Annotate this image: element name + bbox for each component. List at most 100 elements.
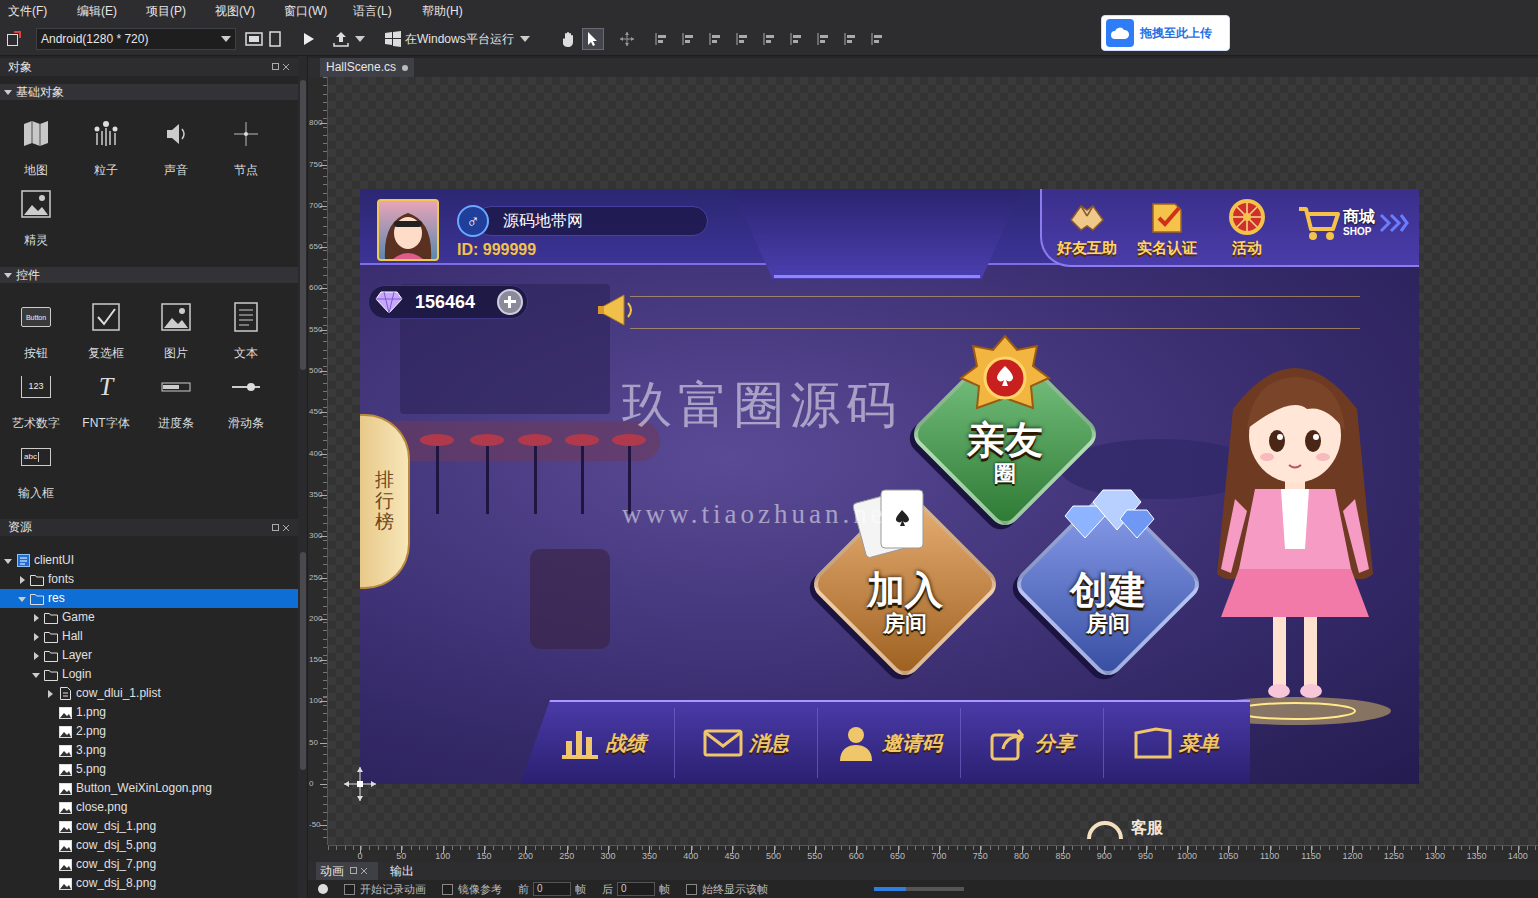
object-item[interactable]: 节点 (211, 118, 281, 188)
tree-item[interactable]: Login (0, 665, 298, 684)
object-item[interactable]: TFNT字体 (71, 371, 141, 441)
section-header[interactable]: 基础对象 (0, 84, 298, 100)
run-target[interactable]: 在Windows平台运行 (405, 29, 514, 49)
tree-item[interactable]: cow_dlui_1.plist (0, 684, 298, 703)
object-item[interactable]: 123艺术数字 (1, 371, 71, 441)
zoom-slider[interactable] (874, 887, 964, 891)
align-icon[interactable] (843, 32, 857, 46)
tree-item[interactable]: fonts (0, 570, 298, 589)
checkbox-option[interactable]: 始终显示该帧 (686, 881, 768, 897)
object-item[interactable]: 粒子 (71, 118, 141, 188)
menu-item[interactable]: 语言(L) (353, 0, 422, 22)
bottom-menu-item[interactable]: 菜单 (1104, 708, 1247, 778)
pin-close-icon[interactable] (272, 63, 290, 71)
expand-arrow[interactable] (2, 551, 14, 570)
object-item[interactable]: 图片 (141, 301, 211, 371)
tree-item[interactable]: Game (0, 608, 298, 627)
pointer-tool[interactable] (582, 28, 604, 50)
landscape-icon[interactable] (245, 32, 263, 46)
anchor-icon[interactable] (342, 765, 378, 803)
app-icon[interactable] (6, 31, 22, 47)
tree-item[interactable]: close.png (0, 798, 298, 817)
service-button[interactable]: 客服 (1085, 817, 1163, 839)
resolution-dropdown[interactable]: Android(1280 * 720) (36, 28, 236, 50)
top-action[interactable]: 活动 (1207, 197, 1287, 257)
pin-close-icon[interactable] (350, 867, 368, 875)
frame-input[interactable]: 0 (617, 882, 655, 896)
caret-icon[interactable] (355, 36, 365, 42)
menu-item[interactable]: 文件(F) (8, 0, 77, 22)
rank-tab[interactable]: 排行榜 (360, 414, 410, 589)
hand-tool[interactable] (558, 28, 580, 50)
expand-arrow[interactable] (30, 627, 42, 646)
tree-item[interactable]: Hall (0, 627, 298, 646)
menu-item[interactable]: 窗口(W) (284, 0, 353, 22)
tree-item[interactable]: cow_dsj_8.png (0, 874, 298, 893)
scroll-thumb[interactable] (300, 80, 306, 370)
expand-arrow[interactable] (16, 589, 28, 608)
tree-item[interactable]: 5.png (0, 760, 298, 779)
object-item[interactable]: 复选框 (71, 301, 141, 371)
bottom-menu-item[interactable]: 邀请码 (818, 708, 961, 778)
object-item[interactable]: abc输入框 (1, 441, 71, 511)
align-icon[interactable] (708, 32, 722, 46)
expand-arrow[interactable] (44, 684, 56, 703)
tree-item[interactable]: cow_dsj_7.png (0, 855, 298, 874)
tree-item[interactable]: 3.png (0, 741, 298, 760)
expand-arrow[interactable] (30, 665, 42, 684)
checkbox[interactable] (442, 884, 453, 895)
frame-input[interactable]: 0 (533, 882, 571, 896)
expand-arrow[interactable] (4, 271, 12, 279)
tree-item[interactable]: cow_dsj_5.png (0, 836, 298, 855)
checkbox[interactable] (686, 884, 697, 895)
upload-badge[interactable]: 拖拽至此上传 (1101, 15, 1230, 51)
align-icon[interactable] (789, 32, 803, 46)
align-icon[interactable] (870, 32, 884, 46)
align-icon[interactable] (654, 32, 668, 46)
add-diamonds-button[interactable] (497, 289, 523, 315)
tree-item[interactable]: clientUI (0, 551, 298, 570)
play-icon[interactable] (303, 32, 315, 46)
bottom-menu-item[interactable]: 战绩 (532, 708, 675, 778)
announcement-icon[interactable] (598, 293, 638, 327)
menu-item[interactable]: 编辑(E) (77, 0, 146, 22)
publish-icon[interactable] (333, 31, 349, 47)
tree-item[interactable]: Button_WeiXinLogon.png (0, 779, 298, 798)
checkbox-option[interactable]: 开始记录动画 (344, 881, 426, 897)
top-action[interactable]: 实名认证 (1127, 197, 1207, 257)
object-item[interactable]: 滑动条 (211, 371, 281, 441)
menu-item[interactable]: 项目(P) (146, 0, 215, 22)
bottom-menu-item[interactable]: 分享 (961, 708, 1104, 778)
object-item[interactable]: 声音 (141, 118, 211, 188)
pin-close-icon[interactable] (272, 524, 290, 532)
tree-item[interactable]: 1.png (0, 703, 298, 722)
object-item[interactable]: 文本 (211, 301, 281, 371)
tree-item[interactable]: res (0, 589, 298, 608)
avatar[interactable] (377, 199, 439, 261)
panel-tab[interactable]: 输出 (386, 862, 424, 880)
checkbox[interactable] (344, 884, 355, 895)
scroll-thumb[interactable] (300, 552, 306, 770)
shop-button[interactable]: 商城SHOP (1297, 203, 1409, 243)
expand-arrow[interactable] (16, 570, 28, 589)
tree-item[interactable]: Layer (0, 646, 298, 665)
tree-item[interactable]: 2.png (0, 722, 298, 741)
menu-item[interactable]: 视图(V) (215, 0, 284, 22)
align-icon[interactable] (681, 32, 695, 46)
menu-item[interactable]: 帮助(H) (422, 0, 491, 22)
expand-arrow[interactable] (30, 608, 42, 627)
expand-arrow[interactable] (4, 88, 12, 96)
move-icon[interactable] (620, 32, 634, 46)
align-icon[interactable] (735, 32, 749, 46)
object-item[interactable]: 地图 (1, 118, 71, 188)
game-scene[interactable]: 源码地带网♂ID: 999999156464好友互助实名认证活动商城SHOP排行… (360, 189, 1419, 784)
object-item[interactable]: 进度条 (141, 371, 211, 441)
expand-arrow[interactable] (30, 646, 42, 665)
portrait-icon[interactable] (269, 31, 281, 47)
tree-item[interactable]: cow_dsj_1.png (0, 817, 298, 836)
object-item[interactable]: 精灵 (1, 188, 71, 258)
canvas[interactable]: 源码地带网♂ID: 999999156464好友互助实名认证活动商城SHOP排行… (328, 77, 1538, 845)
bottom-menu-item[interactable]: 消息 (675, 708, 818, 778)
editor-tab[interactable]: HallScene.cs (320, 58, 414, 77)
panel-tab[interactable]: 动画 (316, 862, 378, 880)
